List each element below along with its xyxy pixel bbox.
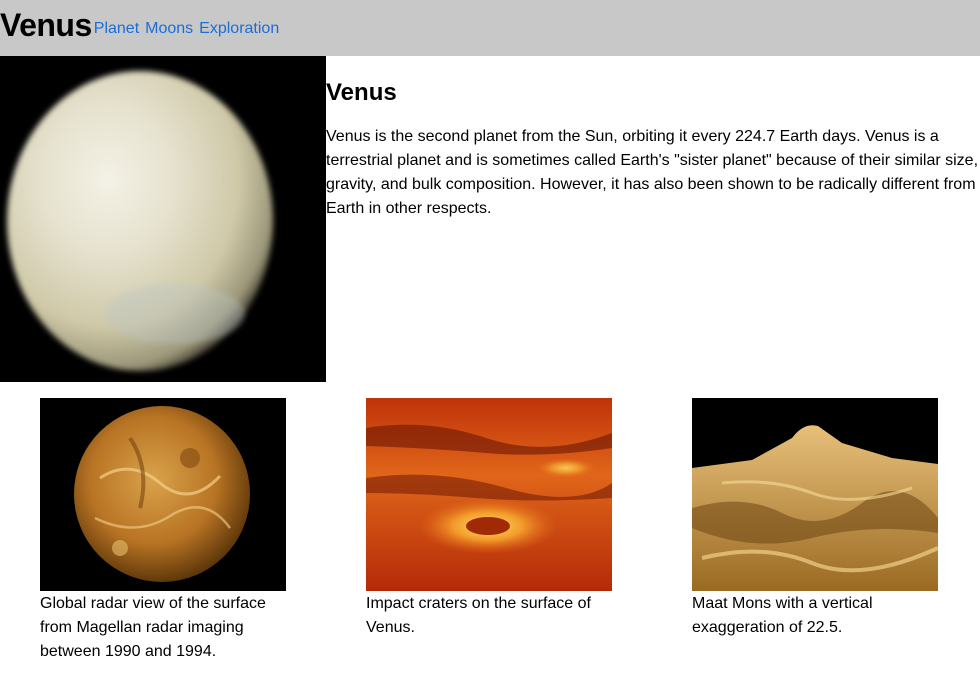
magellan-radar-image: [40, 398, 286, 591]
nav-link-planet[interactable]: Planet: [94, 20, 139, 38]
hero-text: Venus Venus is the second planet from th…: [326, 78, 980, 221]
gallery-caption: Impact craters on the surface of Venus.: [366, 595, 591, 636]
maat-mons-image: [692, 398, 938, 591]
site-logo[interactable]: Venus: [0, 9, 92, 41]
gallery-caption: Maat Mons with a vertical exaggeration o…: [692, 595, 873, 636]
venus-photo: [0, 56, 326, 382]
gallery-card: Maat Mons with a vertical exaggeration o…: [692, 398, 938, 640]
impact-craters-image: [366, 398, 612, 591]
main-nav: Planet Moons Exploration: [94, 20, 279, 38]
gallery-card: Global radar view of the surface from Ma…: [40, 398, 286, 664]
hero-description: Venus is the second planet from the Sun,…: [326, 128, 979, 217]
nav-link-moons[interactable]: Moons: [145, 20, 193, 38]
gallery-card: Impact craters on the surface of Venus.: [366, 398, 612, 640]
site-header: Venus Planet Moons Exploration: [0, 0, 980, 56]
page-title: Venus: [326, 79, 397, 106]
gallery-caption: Global radar view of the surface from Ma…: [40, 595, 266, 660]
nav-link-exploration[interactable]: Exploration: [199, 20, 279, 38]
